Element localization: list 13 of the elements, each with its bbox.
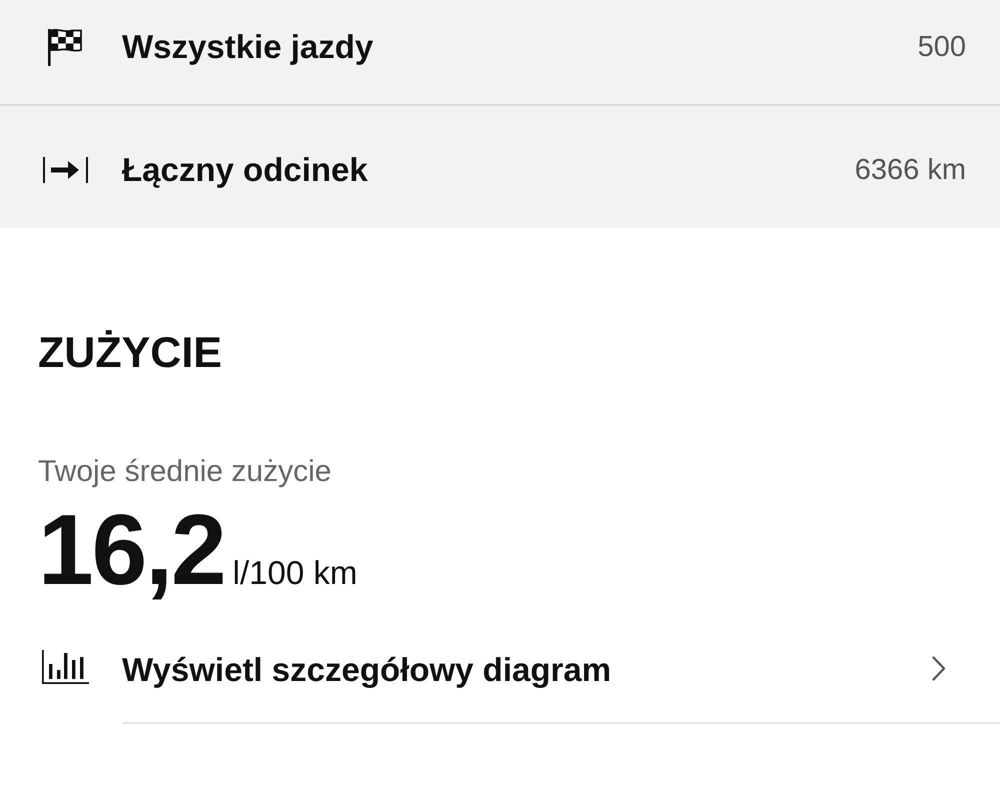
row-label: Łączny odcinek xyxy=(122,151,368,189)
row-value: 6366 km xyxy=(854,154,966,186)
consumption-value: 16,2 xyxy=(38,500,225,600)
average-consumption-caption: Twoje średnie zużycie xyxy=(38,455,332,489)
consumption-unit: l/100 km xyxy=(232,554,358,592)
chevron-right-icon xyxy=(932,656,946,680)
row-label: Wszystkie jazdy xyxy=(122,28,374,66)
detailed-diagram-link[interactable]: Wyświetl szczegółowy diagram xyxy=(42,652,994,688)
arrow-to-bar-icon xyxy=(43,157,88,183)
row-value: 500 xyxy=(918,30,966,64)
section-heading: ZUŻYCIE xyxy=(38,328,223,379)
checkered-flag-icon xyxy=(48,28,82,66)
bar-chart-icon xyxy=(42,650,89,684)
